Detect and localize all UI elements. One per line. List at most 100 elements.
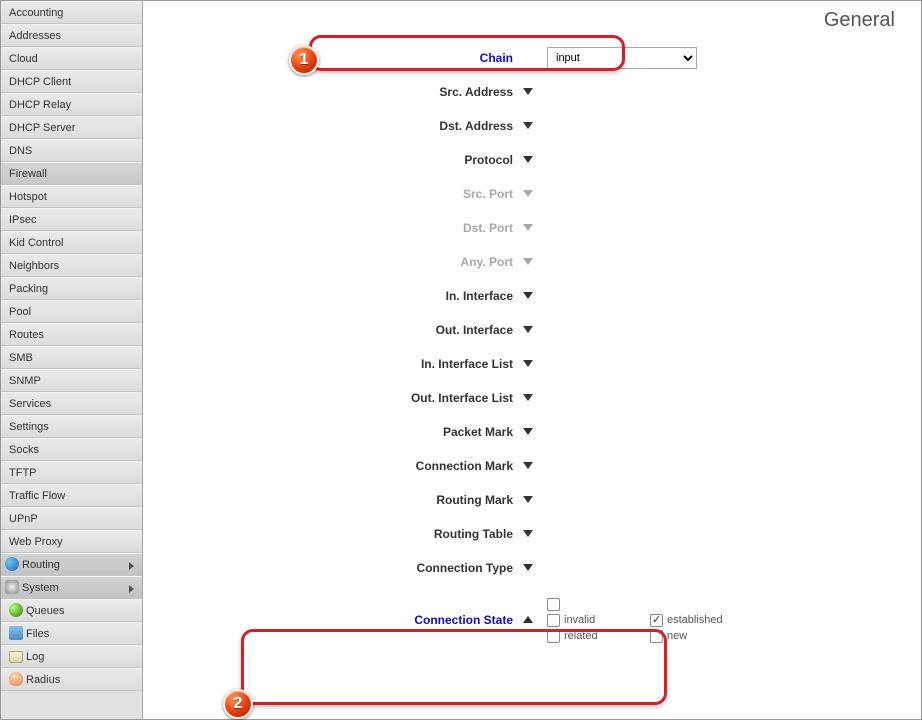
- sidebar-item-smb[interactable]: SMB: [1, 346, 142, 369]
- expand-icon[interactable]: [523, 496, 533, 503]
- expand-icon[interactable]: [523, 428, 533, 435]
- row-in-interface-list: In. Interface List: [143, 347, 921, 381]
- expand-icon[interactable]: [523, 530, 533, 537]
- row-out-interface: Out. Interface: [143, 313, 921, 347]
- label-src-address: Src. Address: [143, 85, 523, 99]
- row-out-interface-list: Out. Interface List: [143, 381, 921, 415]
- sidebar-item-tftp[interactable]: TFTP: [1, 461, 142, 484]
- label-connection-mark: Connection Mark: [143, 459, 523, 473]
- expand-icon[interactable]: [523, 326, 533, 333]
- label-out-interface-list: Out. Interface List: [143, 391, 523, 405]
- chevron-right-icon: [129, 585, 134, 593]
- routing-icon: [5, 557, 19, 571]
- row-src-address: Src. Address: [143, 75, 921, 109]
- label-any-port: Any. Port: [143, 255, 523, 269]
- sidebar-item-web-proxy[interactable]: Web Proxy: [1, 530, 142, 553]
- sidebar-item-socks[interactable]: Socks: [1, 438, 142, 461]
- label-connection-type: Connection Type: [143, 561, 523, 575]
- label-in-interface: In. Interface: [143, 289, 523, 303]
- sidebar-item-label: Routing: [22, 559, 60, 571]
- form-table: Chain input Src. AddressDst. AddressProt…: [143, 41, 921, 655]
- row-chain: Chain input: [143, 41, 921, 75]
- checkbox-established[interactable]: [650, 614, 663, 627]
- radius-icon: [9, 672, 23, 686]
- log-icon: [9, 651, 23, 663]
- connection-state-options: invalid established related: [547, 598, 921, 643]
- sidebar-item-neighbors[interactable]: Neighbors: [1, 254, 142, 277]
- chain-select[interactable]: input: [547, 47, 697, 69]
- expand-icon[interactable]: [523, 122, 533, 129]
- expand-icon: [523, 190, 533, 197]
- sidebar: AccountingAddressesCloudDHCP ClientDHCP …: [1, 1, 143, 719]
- sidebar-item-dhcp-client[interactable]: DHCP Client: [1, 70, 142, 93]
- label-related: related: [564, 630, 644, 642]
- sidebar-item-services[interactable]: Services: [1, 392, 142, 415]
- row-in-interface: In. Interface: [143, 279, 921, 313]
- sidebar-item-ipsec[interactable]: IPsec: [1, 208, 142, 231]
- queues-icon: [9, 603, 23, 617]
- checkbox-new[interactable]: [650, 630, 663, 643]
- expand-icon[interactable]: [523, 462, 533, 469]
- expand-icon[interactable]: [523, 394, 533, 401]
- expand-icon[interactable]: [523, 292, 533, 299]
- sidebar-item-pool[interactable]: Pool: [1, 300, 142, 323]
- system-icon: [5, 580, 19, 594]
- expand-icon[interactable]: [523, 156, 533, 163]
- sidebar-item-routing[interactable]: Routing: [1, 553, 142, 576]
- sidebar-item-dhcp-server[interactable]: DHCP Server: [1, 116, 142, 139]
- collapse-icon[interactable]: [523, 616, 533, 623]
- sidebar-item-settings[interactable]: Settings: [1, 415, 142, 438]
- label-routing-table: Routing Table: [143, 527, 523, 541]
- row-protocol: Protocol: [143, 143, 921, 177]
- sidebar-item-dhcp-relay[interactable]: DHCP Relay: [1, 93, 142, 116]
- sidebar-item-hotspot[interactable]: Hotspot: [1, 185, 142, 208]
- label-routing-mark: Routing Mark: [143, 493, 523, 507]
- checkbox-negate[interactable]: [547, 598, 560, 611]
- sidebar-item-packing[interactable]: Packing: [1, 277, 142, 300]
- expand-icon: [523, 224, 533, 231]
- label-invalid: invalid: [564, 614, 644, 626]
- chevron-right-icon: [129, 562, 134, 570]
- expand-icon: [523, 258, 533, 265]
- sidebar-item-label: System: [22, 582, 59, 594]
- sidebar-item-accounting[interactable]: Accounting: [1, 1, 142, 24]
- sidebar-item-dns[interactable]: DNS: [1, 139, 142, 162]
- sidebar-item-files[interactable]: Files: [1, 622, 142, 645]
- row-dst-port: Dst. Port: [143, 211, 921, 245]
- sidebar-item-firewall[interactable]: Firewall: [1, 162, 142, 185]
- sidebar-item-kid-control[interactable]: Kid Control: [1, 231, 142, 254]
- label-established: established: [667, 614, 747, 626]
- sidebar-item-label: Log: [26, 651, 44, 663]
- row-connection-type: Connection Type: [143, 551, 921, 585]
- sidebar-item-radius[interactable]: Radius: [1, 668, 142, 691]
- checkbox-related[interactable]: [547, 630, 560, 643]
- main-panel: General Chain input Src. AddressDst. Add…: [143, 1, 921, 719]
- sidebar-item-traffic-flow[interactable]: Traffic Flow: [1, 484, 142, 507]
- expand-icon[interactable]: [523, 360, 533, 367]
- sidebar-item-upnp[interactable]: UPnP: [1, 507, 142, 530]
- sidebar-item-addresses[interactable]: Addresses: [1, 24, 142, 47]
- sidebar-item-cloud[interactable]: Cloud: [1, 47, 142, 70]
- row-src-port: Src. Port: [143, 177, 921, 211]
- sidebar-item-log[interactable]: Log: [1, 645, 142, 668]
- row-connection-state: Connection State invalid: [143, 585, 921, 655]
- label-new: new: [667, 630, 747, 642]
- sidebar-item-system[interactable]: System: [1, 576, 142, 599]
- sidebar-item-snmp[interactable]: SNMP: [1, 369, 142, 392]
- sidebar-item-label: Queues: [26, 605, 65, 617]
- label-chain: Chain: [143, 51, 523, 65]
- sidebar-item-routes[interactable]: Routes: [1, 323, 142, 346]
- sidebar-item-queues[interactable]: Queues: [1, 599, 142, 622]
- expand-icon[interactable]: [523, 564, 533, 571]
- files-icon: [9, 626, 23, 640]
- row-connection-mark: Connection Mark: [143, 449, 921, 483]
- sidebar-item-label: Files: [26, 628, 49, 640]
- label-dst-port: Dst. Port: [143, 221, 523, 235]
- row-routing-mark: Routing Mark: [143, 483, 921, 517]
- checkbox-invalid[interactable]: [547, 614, 560, 627]
- label-src-port: Src. Port: [143, 187, 523, 201]
- label-packet-mark: Packet Mark: [143, 425, 523, 439]
- label-connection-state: Connection State: [143, 613, 523, 627]
- expand-icon[interactable]: [523, 88, 533, 95]
- label-in-interface-list: In. Interface List: [143, 357, 523, 371]
